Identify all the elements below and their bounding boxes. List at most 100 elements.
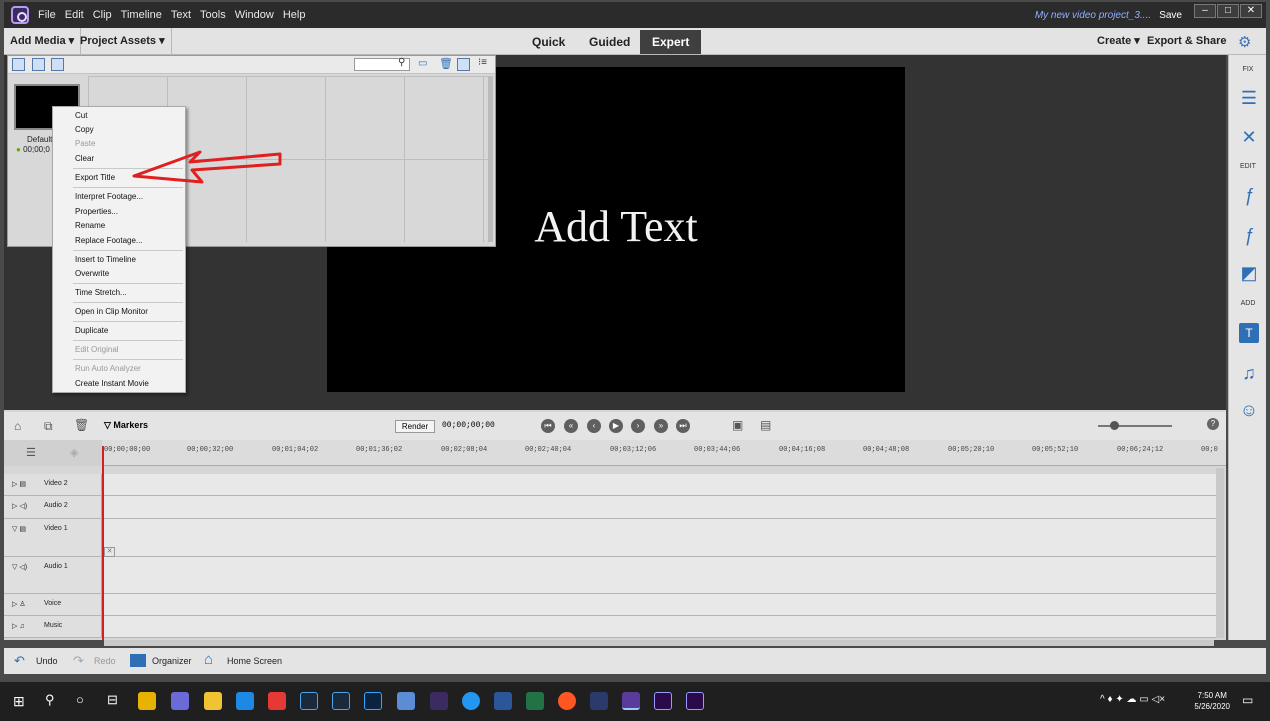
word-icon[interactable] (494, 692, 512, 710)
task-view-icon[interactable]: ⊟ (107, 692, 118, 708)
video-filter-icon[interactable] (12, 58, 25, 71)
track-voice[interactable]: ▷ ♙ Voice (4, 594, 1219, 616)
markers-dropdown[interactable]: ▽ Markers (104, 420, 148, 431)
menu-item-rename[interactable]: Rename (75, 221, 105, 230)
applied-effects-icon[interactable]: ƒ (1239, 185, 1259, 205)
create-button[interactable]: Create ▾ (1091, 28, 1146, 55)
adjust-sliders-icon[interactable]: ☰ (1239, 88, 1259, 108)
new-folder-icon[interactable]: ▭ (418, 58, 427, 69)
clip-placeholder-icon[interactable]: ✕ (104, 547, 115, 557)
menu-edit[interactable]: Edit (65, 9, 84, 21)
app-orange-icon[interactable] (558, 692, 576, 710)
minimize-button[interactable]: – (1194, 4, 1216, 18)
goto-end-icon[interactable]: ⏭ (676, 419, 690, 433)
menu-clip[interactable]: Clip (93, 9, 112, 21)
undo-button[interactable]: Undo (36, 656, 58, 666)
app-blue-icon[interactable] (397, 692, 415, 710)
add-media-button[interactable]: Add Media ▾ (4, 28, 82, 55)
track-audio-1[interactable]: ▽ ◁) Audio 1 (4, 557, 1219, 594)
pin-icon[interactable] (457, 58, 470, 71)
organizer-button[interactable]: Organizer (152, 656, 192, 666)
menu-item-overwrite[interactable]: Overwrite (75, 269, 109, 278)
track-video-2[interactable]: ▷ ▤ Video 2 (4, 474, 1219, 496)
menu-item-properties[interactable]: Properties... (75, 207, 118, 216)
tab-guided[interactable]: Guided (577, 30, 642, 54)
premiere-elements-taskbar-icon[interactable] (622, 692, 640, 710)
tab-quick[interactable]: Quick (520, 30, 577, 54)
fast-forward-icon[interactable]: » (654, 419, 668, 433)
menu-item-cut[interactable]: Cut (75, 111, 87, 120)
image-filter-icon[interactable] (32, 58, 45, 71)
lightroom-icon[interactable] (300, 692, 318, 710)
app-l-icon[interactable] (236, 692, 254, 710)
settings-gear-icon[interactable]: ⚙ (1238, 33, 1251, 51)
app-dark-icon[interactable] (590, 692, 608, 710)
menu-item-insert-timeline[interactable]: Insert to Timeline (75, 255, 136, 264)
rewind-icon[interactable]: « (564, 419, 578, 433)
tab-expert[interactable]: Expert (640, 30, 702, 54)
track-audio-2[interactable]: ▷ ◁) Audio 2 (4, 496, 1219, 519)
menu-tools[interactable]: Tools (200, 9, 226, 21)
save-button[interactable]: Save (1159, 10, 1182, 21)
menu-item-clear[interactable]: Clear (75, 154, 94, 163)
export-share-button[interactable]: Export & Share (1141, 28, 1232, 55)
track-music[interactable]: ▷ ♫ Music (4, 616, 1219, 638)
playhead[interactable] (102, 446, 104, 640)
excel-icon[interactable] (526, 692, 544, 710)
goto-start-icon[interactable]: ⏮ (541, 419, 555, 433)
panel-menu-icon[interactable]: ⁝≡ (478, 57, 487, 68)
menu-item-copy[interactable]: Copy (75, 125, 94, 134)
app-drop-icon[interactable] (462, 692, 480, 710)
timeline-horizontal-scrollbar[interactable] (104, 640, 1214, 646)
graphics-icon[interactable]: ☺ (1239, 400, 1259, 420)
current-timecode[interactable]: 00;00;00;00 (442, 421, 495, 430)
zoom-slider-handle[interactable] (1110, 421, 1119, 430)
camera-icon[interactable]: ⌂ (14, 419, 21, 433)
step-forward-icon[interactable]: › (631, 419, 645, 433)
premiere-rush-icon[interactable] (686, 692, 704, 710)
premiere-pro-icon[interactable] (654, 692, 672, 710)
menu-text[interactable]: Text (171, 9, 191, 21)
chrome-icon[interactable] (138, 692, 156, 710)
play-icon[interactable]: ▶ (609, 419, 623, 433)
track-settings-icon[interactable]: ☰ (26, 446, 36, 459)
snap-icon[interactable]: ◈ (70, 446, 78, 459)
menu-window[interactable]: Window (235, 9, 274, 21)
home-screen-button[interactable]: Home Screen (227, 656, 282, 666)
menu-help[interactable]: Help (283, 9, 306, 21)
app-icon[interactable] (171, 692, 189, 710)
taskbar-clock[interactable]: 7:50 AM 5/26/2020 (1194, 690, 1230, 712)
fullscreen-icon[interactable]: ▣ (732, 418, 743, 432)
search-icon[interactable]: ⚲ (45, 692, 55, 708)
effects-icon[interactable]: ƒ (1239, 225, 1259, 245)
time-ruler[interactable]: ☰ ◈ 00;00;00;00 00;00;32;00 00;01;04;02 … (4, 440, 1226, 466)
transitions-icon[interactable]: ◩ (1239, 263, 1259, 283)
close-window-button[interactable]: ✕ (1240, 4, 1262, 18)
photoshop-icon[interactable] (364, 692, 382, 710)
home-icon[interactable]: ⌂ (204, 651, 213, 668)
track-video-1[interactable]: ▽ ▤ Video 1 ✕ (4, 519, 1219, 557)
assets-scrollbar[interactable] (488, 76, 493, 242)
cortana-icon[interactable]: ○ (76, 692, 84, 707)
menu-item-export-title[interactable]: Export Title (75, 173, 115, 182)
premiere-elements-organizer-icon[interactable] (430, 692, 448, 710)
menu-item-replace-footage[interactable]: Replace Footage... (75, 236, 143, 245)
app-red-icon[interactable] (268, 692, 286, 710)
project-assets-button[interactable]: Project Assets ▾ (74, 28, 172, 55)
menu-item-open-clip-monitor[interactable]: Open in Clip Monitor (75, 307, 148, 316)
detach-icon[interactable]: ⧉ (44, 419, 53, 434)
render-button[interactable]: Render (395, 420, 435, 433)
music-icon[interactable]: ♫ (1239, 363, 1259, 383)
tools-icon[interactable]: ✕ (1239, 127, 1259, 147)
menu-file[interactable]: File (38, 9, 56, 21)
menu-item-duplicate[interactable]: Duplicate (75, 326, 108, 335)
search-icon[interactable]: ⚲ (398, 57, 405, 68)
lightroom-classic-icon[interactable] (332, 692, 350, 710)
organizer-icon[interactable] (130, 654, 146, 667)
timeline-vertical-scrollbar[interactable] (1216, 468, 1224, 638)
delete-icon[interactable]: 🗑 (74, 418, 89, 432)
windows-start-icon[interactable]: ⊞ (13, 693, 25, 710)
system-tray-icons[interactable]: ^ ♦ ✦ ☁ ▭ ◁× (1100, 694, 1165, 705)
undo-icon[interactable]: ↶ (14, 653, 25, 669)
help-icon[interactable]: ? (1207, 418, 1219, 430)
